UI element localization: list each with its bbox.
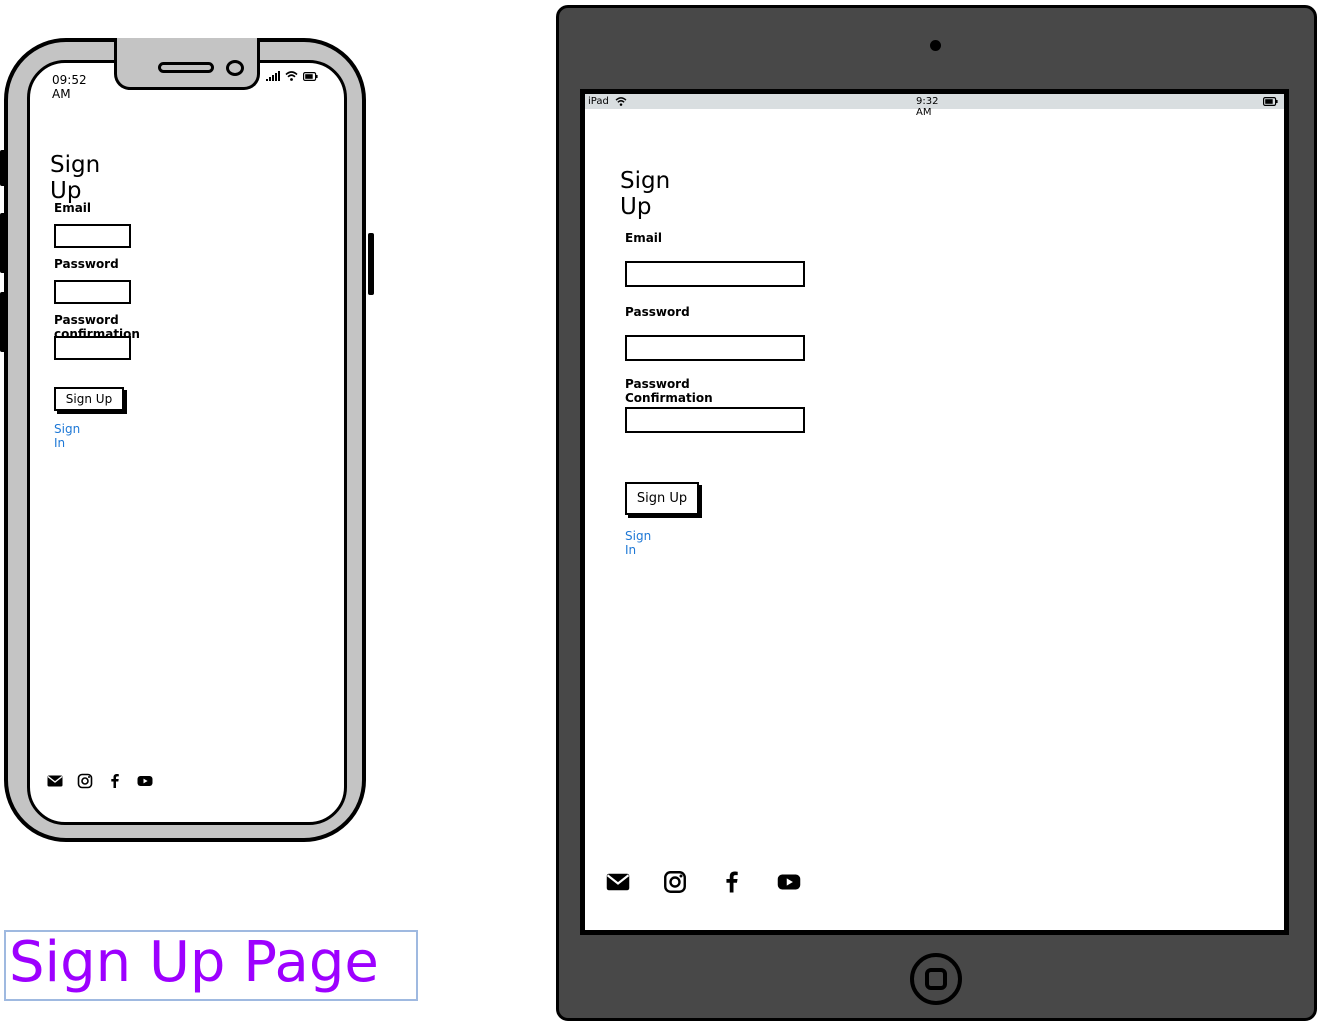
- phone-camera: [226, 60, 244, 76]
- password-confirmation-label: Password Confirmation: [625, 377, 713, 405]
- envelope-icon[interactable]: [47, 773, 63, 789]
- social-footer: [47, 773, 153, 789]
- password-field[interactable]: [625, 335, 805, 361]
- instagram-icon[interactable]: [77, 773, 93, 789]
- facebook-icon[interactable]: [720, 870, 744, 894]
- phone-volume-up-button: [0, 213, 6, 273]
- page-title: Sign Up: [50, 152, 101, 204]
- phone-speaker: [158, 62, 214, 73]
- password-confirmation-field[interactable]: [625, 407, 805, 433]
- facebook-icon[interactable]: [107, 773, 123, 789]
- password-label: Password: [54, 257, 119, 271]
- phone-volume-down-button: [0, 292, 6, 352]
- tablet-device-label: iPad: [588, 96, 609, 107]
- tablet-camera: [930, 40, 941, 51]
- email-label: Email: [54, 201, 92, 215]
- phone-mute-switch: [0, 150, 6, 186]
- instagram-icon[interactable]: [663, 870, 687, 894]
- tablet-home-button[interactable]: [910, 953, 962, 1005]
- tablet-status-left: iPad: [588, 96, 627, 107]
- battery-icon: [1263, 97, 1278, 106]
- caption-title: Sign Up Page: [9, 930, 379, 995]
- social-footer: [606, 870, 801, 894]
- sign-up-button[interactable]: Sign Up: [54, 387, 124, 411]
- tablet-status-time: 9:32 AM: [916, 96, 939, 118]
- wifi-icon: [285, 71, 298, 81]
- phone-status-time: 09:52 AM: [52, 73, 87, 101]
- email-label: Email: [625, 231, 663, 245]
- youtube-icon[interactable]: [137, 773, 153, 789]
- password-label: Password: [625, 305, 690, 319]
- sign-in-link[interactable]: Sign In: [54, 422, 80, 450]
- wifi-icon: [615, 97, 627, 106]
- envelope-icon[interactable]: [606, 870, 630, 894]
- home-square-icon: [925, 968, 947, 990]
- email-field[interactable]: [625, 261, 805, 287]
- battery-icon: [303, 71, 318, 81]
- sign-in-link[interactable]: Sign In: [625, 529, 651, 557]
- page-title: Sign Up: [620, 168, 671, 220]
- password-field[interactable]: [54, 280, 131, 304]
- email-field[interactable]: [54, 224, 131, 248]
- password-confirmation-field[interactable]: [54, 336, 131, 360]
- sign-up-button[interactable]: Sign Up: [625, 482, 699, 515]
- youtube-icon[interactable]: [777, 870, 801, 894]
- phone-status-icons: [266, 71, 318, 81]
- phone-power-button: [368, 233, 374, 295]
- signal-icon: [266, 71, 280, 81]
